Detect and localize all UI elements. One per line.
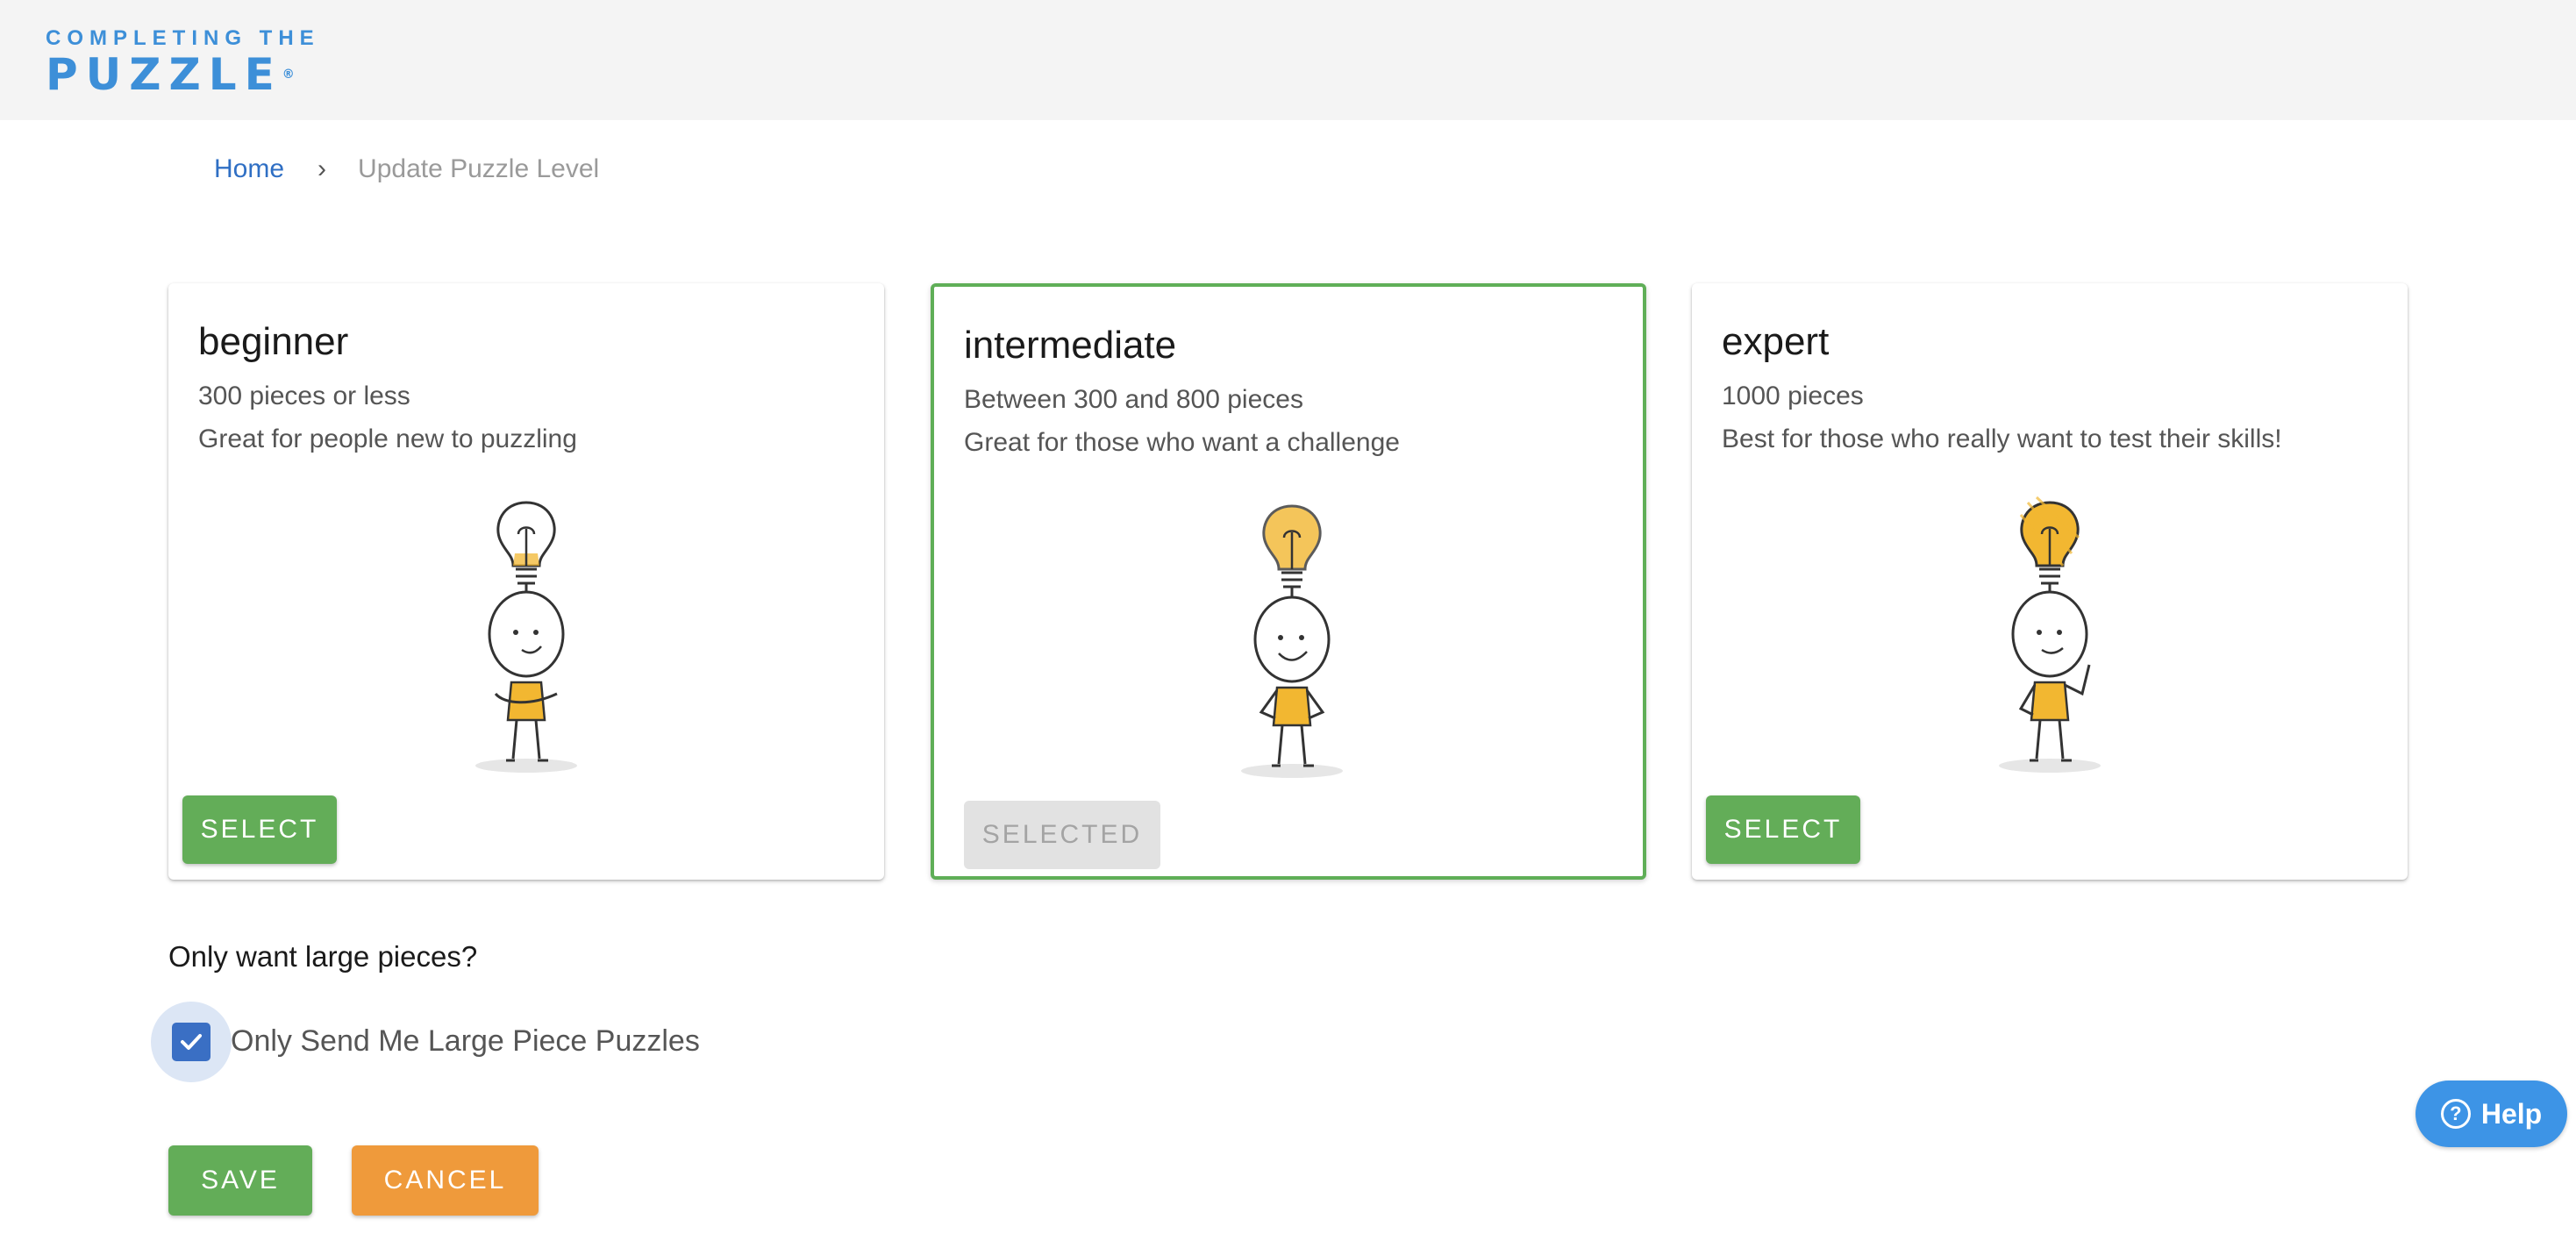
level-pieces: 1000 pieces — [1722, 382, 1864, 410]
top-bar: COMPLETING THE PUZZLE® — [0, 0, 2576, 120]
stick-figure-lightbulb-icon — [1241, 504, 1343, 778]
level-pieces: Between 300 and 800 pieces — [964, 385, 1303, 414]
logo-bottom-text: PUZZLE® — [46, 53, 320, 96]
logo-word: PUZZLE — [46, 49, 282, 100]
select-expert-button[interactable]: SELECT — [1706, 795, 1860, 864]
stick-figure-lightbulb-icon — [1999, 496, 2101, 773]
breadcrumb: Home › Update Puzzle Level — [214, 154, 599, 184]
level-card-beginner[interactable]: beginner 300 pieces or less Great for pe… — [168, 283, 884, 880]
select-beginner-button[interactable]: SELECT — [182, 795, 337, 864]
selected-intermediate-button: SELECTED — [964, 801, 1160, 869]
stick-figure-lightbulb-icon — [475, 501, 577, 773]
breadcrumb-home-link[interactable]: Home — [214, 154, 284, 184]
level-title: intermediate — [964, 324, 1177, 367]
level-title: beginner — [198, 320, 349, 363]
save-button[interactable]: SAVE — [168, 1145, 312, 1216]
level-pieces: 300 pieces or less — [198, 382, 410, 410]
checkmark-icon — [181, 1034, 202, 1050]
level-description: Best for those who really want to test t… — [1722, 424, 2282, 453]
large-pieces-checkbox[interactable] — [172, 1023, 211, 1061]
chevron-right-icon: › — [318, 154, 327, 183]
logo-top-text: COMPLETING THE — [46, 26, 320, 50]
level-card-expert[interactable]: expert 1000 pieces Best for those who re… — [1692, 283, 2408, 880]
large-pieces-checkbox-label[interactable]: Only Send Me Large Piece Puzzles — [231, 1024, 700, 1059]
logo[interactable]: COMPLETING THE PUZZLE® — [46, 26, 320, 96]
level-card-intermediate[interactable]: intermediate Between 300 and 800 pieces … — [931, 283, 1646, 880]
help-button[interactable]: ? Help — [2415, 1081, 2567, 1147]
level-description: Great for those who want a challenge — [964, 428, 1400, 457]
level-description: Great for people new to puzzling — [198, 424, 577, 453]
registered-mark: ® — [282, 68, 295, 82]
level-title: expert — [1722, 320, 1830, 363]
question-circle-icon: ? — [2440, 1099, 2471, 1129]
help-label: Help — [2480, 1097, 2543, 1130]
cancel-button[interactable]: CANCEL — [352, 1145, 539, 1216]
breadcrumb-current: Update Puzzle Level — [358, 154, 600, 183]
large-pieces-question: Only want large pieces? — [168, 940, 478, 973]
